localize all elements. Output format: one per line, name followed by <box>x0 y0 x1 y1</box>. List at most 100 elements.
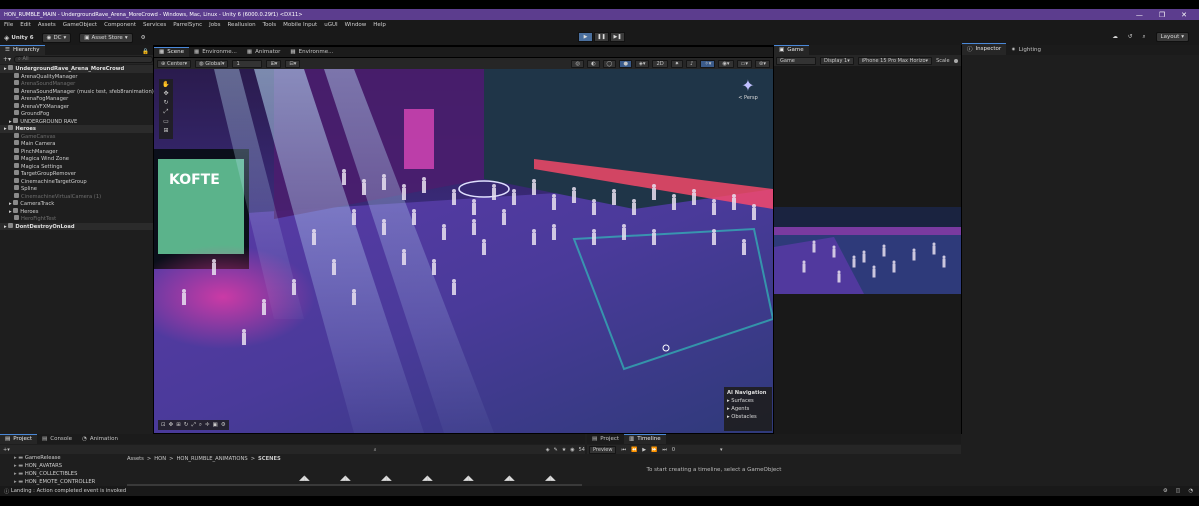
2d-toggle[interactable]: 2D <box>652 59 668 68</box>
tab-lighting[interactable]: ✷ Lighting <box>1006 46 1046 55</box>
animation-asset-icon[interactable]: ◢◣ <box>340 474 356 482</box>
breadcrumb-item[interactable]: HON_RUMBLE_ANIMATIONS <box>176 456 247 462</box>
hierarchy-item[interactable]: PinchManager <box>0 147 153 156</box>
tab-environme-1[interactable]: ▦ Environme... <box>189 48 242 57</box>
search-icon[interactable]: ⌕ <box>1142 34 1145 41</box>
animation-asset-icon[interactable]: ◢◣ <box>381 474 397 482</box>
lock-icon[interactable]: 🔒 <box>142 49 153 55</box>
minimize-button[interactable]: — <box>1136 11 1143 19</box>
hierarchy-item[interactable]: CinemachineTargetGroup <box>0 177 153 186</box>
draw-mode-icon[interactable]: ◎ <box>571 59 584 68</box>
play-icon[interactable]: ▶ <box>642 447 646 453</box>
breadcrumb-item[interactable]: Assets <box>127 456 144 462</box>
menu-item-assets[interactable]: Assets <box>38 22 56 28</box>
game-view[interactable] <box>774 207 961 294</box>
prev-frame-icon[interactable]: ⏪ <box>631 447 637 453</box>
tab-environme-3[interactable]: ▦ Environme... <box>285 48 338 57</box>
hierarchy-item[interactable]: ArenaSoundManager <box>0 80 153 88</box>
hierarchy-scene-row[interactable]: ▸ UndergroundRave_Arena_MoreCrowd <box>0 65 153 73</box>
star-icon[interactable]: ★ <box>562 447 566 453</box>
render-mode-icon[interactable]: ◈▾ <box>634 59 650 68</box>
menu-item-mobile-input[interactable]: Mobile Input <box>283 22 317 28</box>
settings-icon[interactable]: ⚙ <box>221 422 226 428</box>
camera-icon[interactable]: ▭▾ <box>736 59 753 68</box>
hierarchy-item[interactable]: ArenaVFXManager <box>0 102 153 111</box>
lit-icon[interactable]: ● <box>619 59 632 68</box>
hierarchy-scene-row[interactable]: ▸ Heroes <box>0 125 153 133</box>
tab-project-2[interactable]: ▤ Project <box>587 435 624 444</box>
frame-icon[interactable]: ▣ <box>213 422 218 428</box>
add-icon[interactable]: +▾ <box>3 56 11 63</box>
menu-item-parrelsync[interactable]: ParrelSync <box>173 22 202 28</box>
snap-field[interactable]: 1 <box>232 59 263 68</box>
next-frame-icon[interactable]: ⏩ <box>651 447 657 453</box>
animation-asset-icon[interactable]: ◢◣ <box>422 474 438 482</box>
rect-tool-icon[interactable]: ▭ <box>163 118 169 125</box>
menu-item-reallusion[interactable]: Reallusion <box>227 22 255 28</box>
hierarchy-item[interactable]: Magica Wind Zone <box>0 155 153 163</box>
resolution-dropdown[interactable]: iPhone 15 Pro Max Horizo ▾ <box>857 56 933 65</box>
shaded-icon[interactable]: ◐ <box>587 59 600 68</box>
hierarchy-item[interactable]: ArenaSoundManager (music test, sfeb8rani… <box>0 87 154 96</box>
folder-item[interactable]: ▸ ▬ HON_EMOTE_CONTROLLER <box>0 478 124 486</box>
first-frame-icon[interactable]: ⏮ <box>621 447 626 453</box>
menu-item-services[interactable]: Services <box>143 22 166 28</box>
hierarchy-item[interactable]: ▸ Heroes <box>0 207 153 216</box>
animation-asset-icon[interactable]: ◢◣ <box>463 474 479 482</box>
chevron-down-icon[interactable]: ▾ <box>720 447 723 453</box>
move-icon[interactable]: ✥ <box>169 422 174 428</box>
animation-asset-icon[interactable]: ◢◣ <box>299 474 315 482</box>
hierarchy-item[interactable]: GameCanvas <box>0 132 153 141</box>
visibility-icon[interactable]: ◉▾ <box>718 59 734 68</box>
maximize-button[interactable]: ❐ <box>1159 11 1165 19</box>
scale-slider-knob[interactable] <box>953 58 958 63</box>
folder-item[interactable]: ▸ ▬ HON_COLLECTIBLES <box>0 470 124 478</box>
tab-scene-0[interactable]: ▦ Scene <box>154 47 189 57</box>
grid-snap-button[interactable]: ⊞▾ <box>266 59 282 68</box>
zoom-icon[interactable]: ⌕ <box>199 422 202 429</box>
menu-item-help[interactable]: Help <box>373 22 386 28</box>
hierarchy-item[interactable]: ArenaQualityManager <box>0 72 153 81</box>
tag-icon[interactable]: ✎ <box>554 447 558 453</box>
tab-console[interactable]: ▤ Console <box>37 435 77 444</box>
tab-inspector[interactable]: ⓘ Inspector <box>962 43 1007 55</box>
hierarchy-item[interactable]: Main Camera <box>0 140 153 148</box>
rotate-icon[interactable]: ↻ <box>184 422 189 428</box>
gear-icon[interactable]: ⚙ <box>1163 488 1168 494</box>
tab-project[interactable]: ▤ Project <box>0 434 38 444</box>
tab-animation[interactable]: ◔ Animation <box>77 435 123 444</box>
effects-toggle[interactable]: ✧▾ <box>700 59 716 68</box>
tab-game[interactable]: ▣ Game <box>774 45 809 55</box>
hierarchy-item[interactable]: Spline <box>0 185 153 193</box>
asset-store-button[interactable]: ▣ Asset Store ▾ <box>79 32 133 43</box>
display-dropdown[interactable]: Display 1 ▾ <box>820 56 854 65</box>
menu-item-file[interactable]: File <box>4 22 13 28</box>
grid-icon[interactable]: ⊞ <box>176 422 181 428</box>
select-icon[interactable]: ⊡ <box>161 422 166 428</box>
account-dropdown[interactable]: ◉ DC ▾ <box>41 32 72 43</box>
frame-field[interactable]: 0 <box>672 447 675 453</box>
tab-animator-2[interactable]: ▦ Animator <box>242 48 286 57</box>
history-icon[interactable]: ↺ <box>1128 34 1133 40</box>
menu-item-component[interactable]: Component <box>104 22 136 28</box>
transform-tool-icon[interactable]: ⊞ <box>163 127 168 134</box>
menu-item-tools[interactable]: Tools <box>263 22 277 28</box>
menu-item-ugui[interactable]: uGUI <box>324 22 337 28</box>
pause-button[interactable]: ❚❚ <box>594 32 609 42</box>
breadcrumb-item[interactable]: SCENES <box>258 456 281 462</box>
orientation-gizmo[interactable]: ✦ < Persp <box>733 77 763 112</box>
animation-asset-icon[interactable]: ◢◣ <box>545 474 561 482</box>
menu-item-gameobject[interactable]: GameObject <box>63 22 97 28</box>
wireframe-icon[interactable]: ◯ <box>602 59 617 68</box>
collab-icon[interactable]: ⚙ <box>141 35 146 41</box>
game-mode-dropdown[interactable]: Game <box>776 56 816 65</box>
ai-nav-agents[interactable]: ▸ Agents <box>727 405 769 413</box>
audio-toggle[interactable]: ♪ <box>686 59 698 68</box>
debug-icon[interactable]: ◫ <box>1176 488 1181 494</box>
folder-item[interactable]: ▸ ▬ HON_AVATARS <box>0 462 124 470</box>
increment-snap-button[interactable]: ⊟▾ <box>285 59 301 68</box>
layout-dropdown[interactable]: Layout ▾ <box>1155 32 1189 42</box>
cloud-icon[interactable]: ☁ <box>1112 34 1118 40</box>
scale-tool-icon[interactable]: ⤢ <box>164 108 169 116</box>
hierarchy-item[interactable]: Magica Settings <box>0 162 153 171</box>
